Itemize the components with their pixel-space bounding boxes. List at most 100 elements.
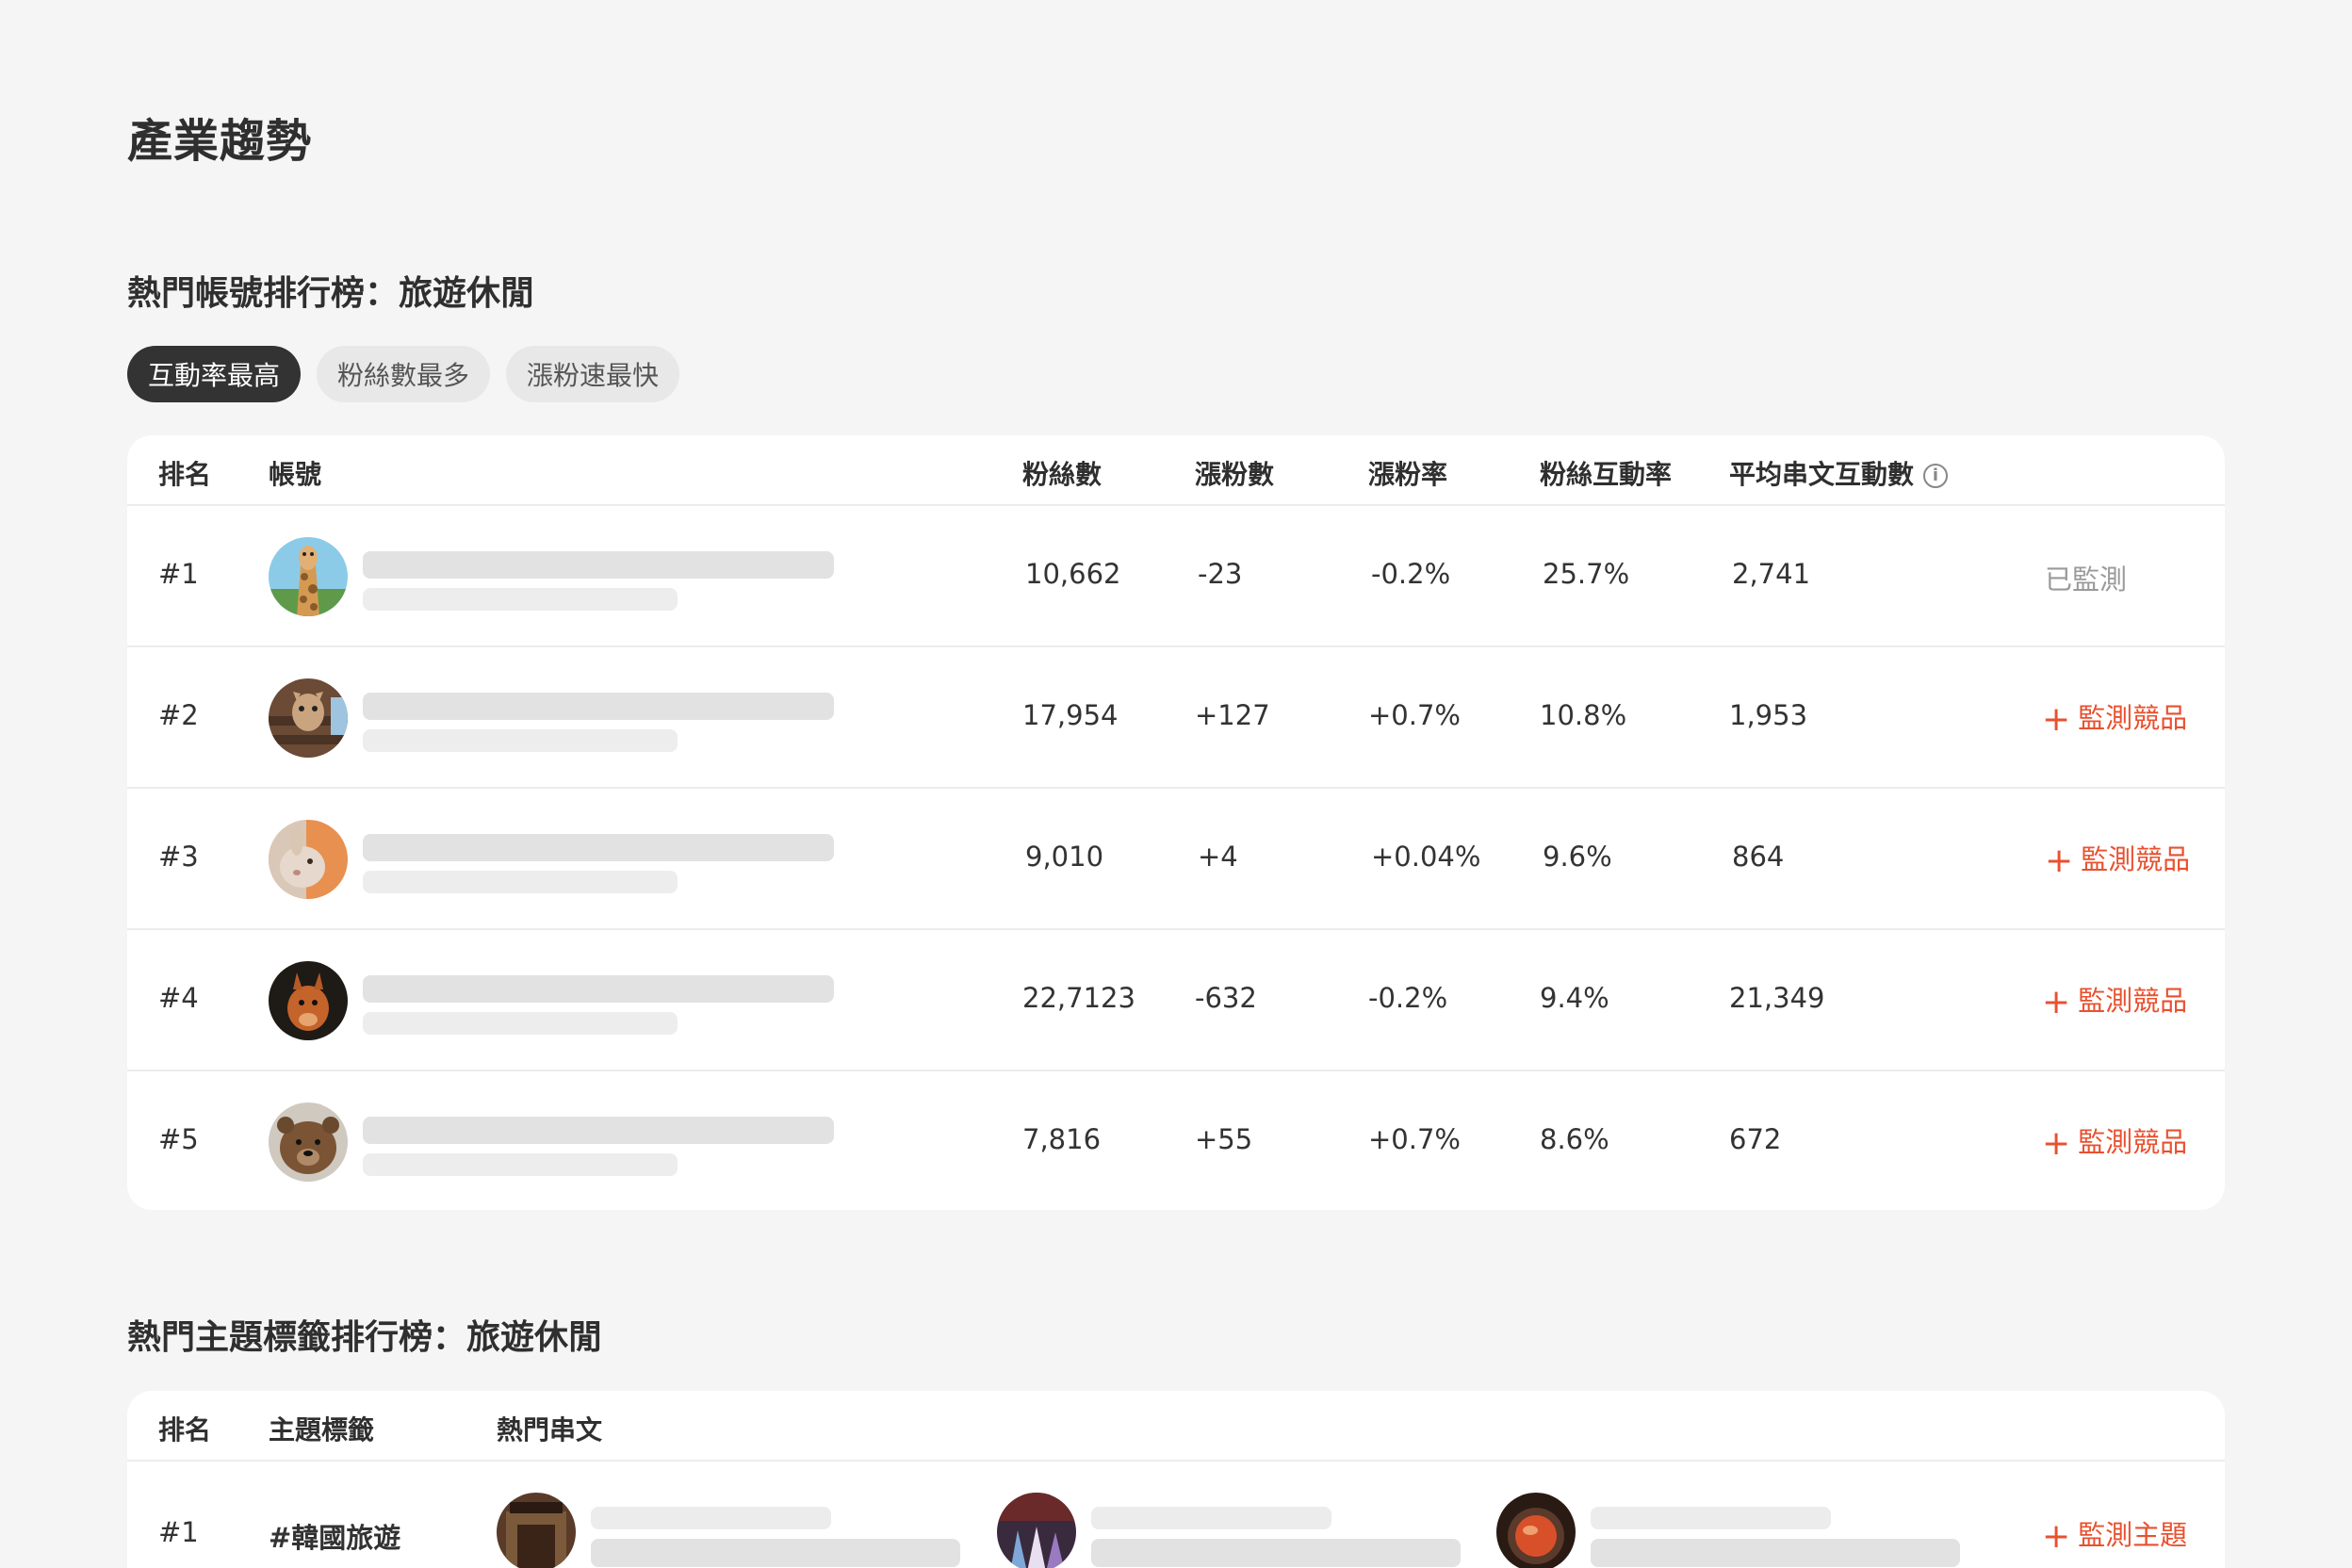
- plus-icon: +: [2042, 1517, 2071, 1556]
- accounts-table: 排名 帳號 粉絲數 漲粉數 漲粉率 粉絲互動率 平均串文互動數 i #1 10,…: [127, 435, 2225, 1210]
- post-thumbnail[interactable]: [997, 1493, 1076, 1568]
- squirrel-avatar[interactable]: [269, 961, 348, 1040]
- account-name-placeholder: [363, 693, 834, 720]
- page: 產業趨勢 熱門帳號排行榜：旅遊休閒 互動率最高 粉絲數最多 漲粉速最快 排名 帳…: [0, 0, 2352, 1568]
- tab-highest-engagement[interactable]: 互動率最高: [127, 346, 302, 402]
- post-thumbnail[interactable]: [497, 1493, 576, 1568]
- col-rank: 排名: [158, 459, 212, 490]
- engagement-rate: 9.6%: [1543, 841, 1612, 873]
- accounts-table-header: 排名 帳號 粉絲數 漲粉數 漲粉率 粉絲互動率 平均串文互動數 i: [127, 435, 2225, 506]
- growth-rate: +0.04%: [1371, 841, 1481, 873]
- account-handle-placeholder: [363, 1153, 678, 1176]
- engagement-rate: 9.4%: [1540, 982, 1609, 1014]
- followers: 9,010: [1025, 841, 1104, 873]
- monitor-topic-label: 監測主題: [2078, 1519, 2188, 1551]
- hashtags-section-title: 熱門主題標籤排行榜：旅遊休閒: [127, 1318, 603, 1357]
- monitor-competitor-button[interactable]: + 監測競品: [2042, 696, 2187, 739]
- post-thumbnail[interactable]: [1496, 1493, 1576, 1568]
- monitored-label: 已監測: [2045, 564, 2128, 596]
- plus-icon: +: [2042, 700, 2071, 739]
- growth-rate: -0.2%: [1368, 982, 1448, 1014]
- plus-icon: +: [2042, 1124, 2071, 1163]
- avg-post-engagement: 21,349: [1729, 982, 1825, 1014]
- avg-post-engagement: 864: [1732, 841, 1785, 873]
- tab-most-followers[interactable]: 粉絲數最多: [317, 346, 491, 402]
- avg-post-engagement: 1,953: [1729, 699, 1808, 731]
- ranking-filter-tabs: 互動率最高 粉絲數最多 漲粉速最快: [127, 346, 680, 402]
- bear-avatar[interactable]: [269, 1102, 348, 1182]
- engagement-rate: 25.7%: [1543, 558, 1630, 590]
- plus-icon: +: [2045, 841, 2074, 880]
- account-name-placeholder: [363, 975, 834, 1003]
- monitor-competitor-button[interactable]: + 監測競品: [2042, 979, 2187, 1021]
- hashtags-table: 排名 主題標籤 熱門串文 #1 #韓國旅遊 + 監測主題: [127, 1391, 2225, 1568]
- followers: 17,954: [1022, 699, 1119, 731]
- avg-post-engagement: 2,741: [1732, 558, 1811, 590]
- rank: #2: [158, 699, 199, 731]
- col-growth-rate: 漲粉率: [1368, 459, 1448, 490]
- account-name-placeholder: [363, 834, 834, 861]
- followers: 22,7123: [1022, 982, 1135, 1014]
- growth-rate: +0.7%: [1368, 1123, 1461, 1155]
- rank: #1: [158, 1516, 199, 1548]
- followers: 10,662: [1025, 558, 1121, 590]
- account-handle-placeholder: [363, 1012, 678, 1035]
- table-row: #2 17,954 +127 +0.7% 10.8% 1,953 + 監測競品: [127, 647, 2225, 789]
- follower-growth: +127: [1195, 699, 1270, 731]
- followers: 7,816: [1022, 1123, 1102, 1155]
- llama-avatar[interactable]: [269, 678, 348, 758]
- table-row: #3 9,010 +4 +0.04% 9.6% 864 + 監測競品: [127, 789, 2225, 930]
- account-handle-placeholder: [363, 729, 678, 752]
- follower-growth: +55: [1195, 1123, 1253, 1155]
- post-meta-placeholder: [1591, 1507, 1831, 1529]
- plus-icon: +: [2042, 983, 2071, 1021]
- follower-growth: +4: [1198, 841, 1238, 873]
- hashtags-table-header: 排名 主題標籤 熱門串文: [127, 1391, 2225, 1462]
- page-title: 產業趨勢: [127, 115, 313, 168]
- rank: #4: [158, 982, 199, 1014]
- table-row: #5 7,816 +55 +0.7% 8.6% 672 + 監測競品: [127, 1071, 2225, 1210]
- monitor-competitor-label: 監測競品: [2078, 702, 2188, 734]
- col-rank: 排名: [158, 1414, 212, 1446]
- col-followers: 粉絲數: [1022, 459, 1102, 490]
- col-follower-growth: 漲粉數: [1195, 459, 1275, 490]
- avg-post-engagement: 672: [1729, 1123, 1782, 1155]
- monitor-competitor-label: 監測競品: [2078, 1126, 2188, 1158]
- rank: #5: [158, 1123, 199, 1155]
- info-icon[interactable]: i: [1923, 464, 1949, 488]
- tab-fastest-growth[interactable]: 漲粉速最快: [506, 346, 680, 402]
- monitor-competitor-button[interactable]: + 監測競品: [2042, 1120, 2187, 1163]
- rank: #1: [158, 558, 199, 590]
- post-text-placeholder: [591, 1539, 960, 1567]
- post-text-placeholder: [1591, 1539, 1960, 1567]
- follower-growth: -23: [1198, 558, 1243, 590]
- hashtag-label[interactable]: #韓國旅遊: [269, 1516, 400, 1556]
- monitor-competitor-label: 監測競品: [2078, 985, 2188, 1017]
- monitor-competitor-button[interactable]: + 監測競品: [2045, 838, 2190, 880]
- col-tag: 主題標籤: [269, 1414, 375, 1446]
- col-engagement-rate: 粉絲互動率: [1540, 459, 1673, 490]
- col-hot-posts: 熱門串文: [497, 1414, 603, 1446]
- rank: #3: [158, 841, 199, 873]
- follower-growth: -632: [1195, 982, 1257, 1014]
- account-handle-placeholder: [363, 871, 678, 893]
- giraffe-avatar[interactable]: [269, 537, 348, 616]
- post-meta-placeholder: [1091, 1507, 1331, 1529]
- col-avg-post-engagement: 平均串文互動數 i: [1729, 454, 1949, 492]
- monitor-competitor-label: 監測競品: [2081, 843, 2191, 875]
- accounts-section-title: 熱門帳號排行榜：旅遊休閒: [127, 274, 535, 313]
- col-avg-post-engagement-label: 平均串文互動數: [1729, 459, 1915, 490]
- table-row: #1 #韓國旅遊 + 監測主題: [127, 1462, 2225, 1568]
- account-name-placeholder: [363, 551, 834, 579]
- engagement-rate: 8.6%: [1540, 1123, 1609, 1155]
- col-account: 帳號: [269, 459, 322, 490]
- engagement-rate: 10.8%: [1540, 699, 1627, 731]
- table-row: #1 10,662 -23 -0.2% 25.7% 2,741 已監測: [127, 506, 2225, 647]
- rabbit-avatar[interactable]: [269, 820, 348, 899]
- post-meta-placeholder: [591, 1507, 831, 1529]
- growth-rate: -0.2%: [1371, 558, 1451, 590]
- account-handle-placeholder: [363, 588, 678, 611]
- growth-rate: +0.7%: [1368, 699, 1461, 731]
- post-text-placeholder: [1091, 1539, 1461, 1567]
- monitor-topic-button[interactable]: + 監測主題: [2042, 1513, 2187, 1556]
